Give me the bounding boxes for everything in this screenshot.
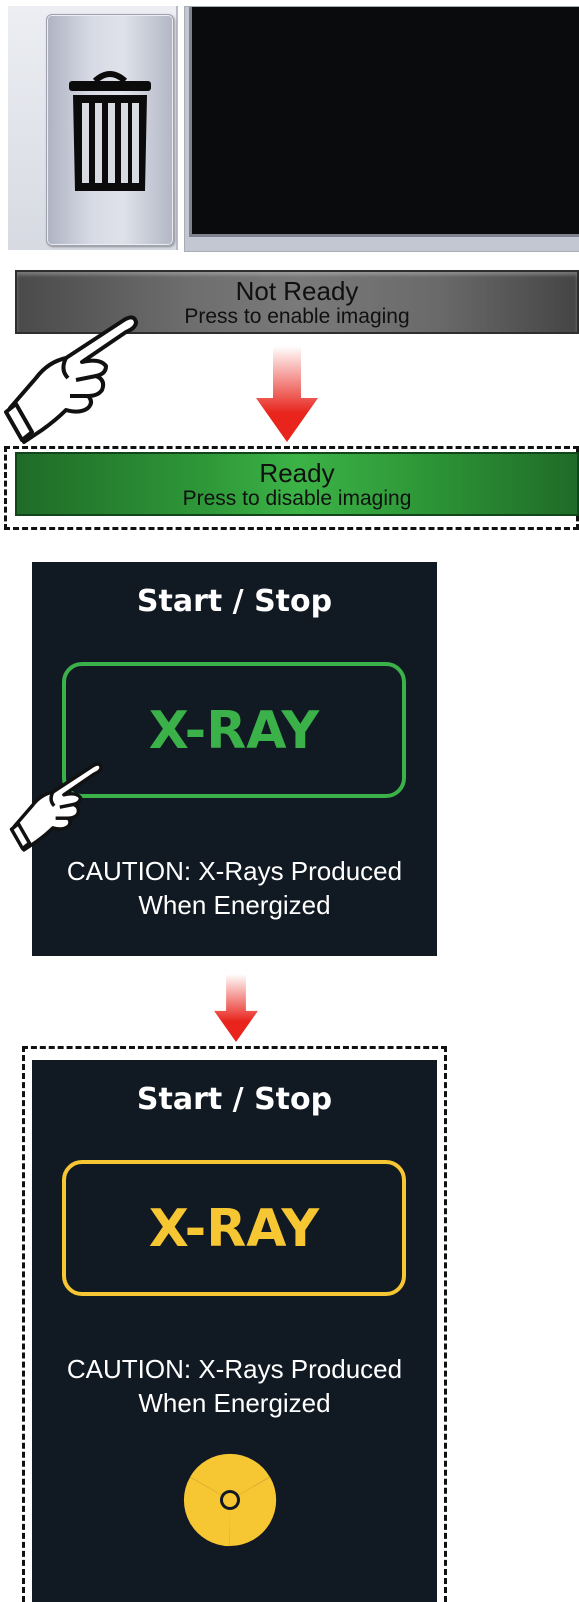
pointing-hand-icon xyxy=(9,762,103,852)
image-display-screen xyxy=(189,7,579,237)
ready-subtitle: Press to disable imaging xyxy=(182,487,412,510)
caution-line-1: CAUTION: X-Rays Produced xyxy=(66,1354,403,1384)
xray-button[interactable]: X-RAY xyxy=(62,662,406,798)
xray-button[interactable]: X-RAY xyxy=(62,1160,406,1296)
down-arrow-icon xyxy=(214,974,258,1042)
caution-line-2: When Energized xyxy=(138,1388,331,1418)
xray-panel-active: Start / Stop X-RAY CAUTION: X-Rays Produ… xyxy=(32,1060,437,1602)
pointing-hand-icon xyxy=(4,315,138,444)
trash-button[interactable] xyxy=(46,14,174,246)
radiation-icon xyxy=(183,1453,277,1547)
ready-button[interactable]: Ready Press to disable imaging xyxy=(15,452,579,516)
panel-title: Start / Stop xyxy=(136,584,333,619)
panel-title: Start / Stop xyxy=(136,1082,333,1117)
down-arrow-icon xyxy=(256,346,318,442)
caution-text: CAUTION: X-Rays Produced When Energized xyxy=(32,1352,437,1420)
caution-line-2: When Energized xyxy=(138,890,331,920)
caution-line-1: CAUTION: X-Rays Produced xyxy=(66,856,403,886)
trash-icon xyxy=(69,71,151,191)
image-display xyxy=(184,6,579,252)
caution-text: CAUTION: X-Rays Produced When Energized xyxy=(32,854,437,922)
ready-title: Ready xyxy=(259,458,335,488)
